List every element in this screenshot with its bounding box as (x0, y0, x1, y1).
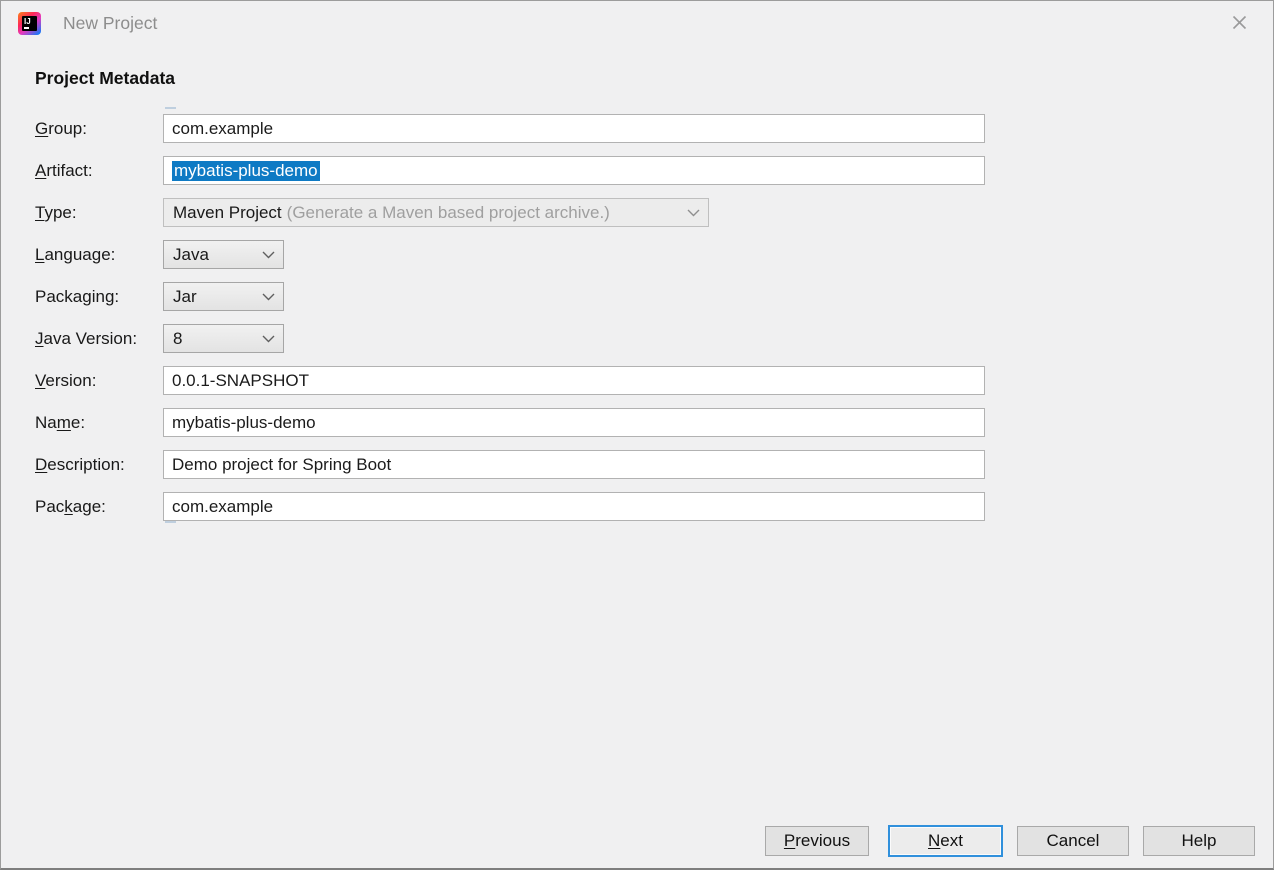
name-input[interactable]: mybatis-plus-demo (163, 408, 985, 437)
chevron-down-icon (687, 209, 700, 217)
form-row-name: Name: mybatis-plus-demo (35, 408, 995, 437)
package-input[interactable]: com.example (163, 492, 985, 521)
chevron-down-icon (262, 251, 275, 259)
form-row-artifact: Artifact: mybatis-plus-demo (35, 156, 995, 185)
title-bar: IJ New Project (1, 1, 1273, 45)
type-label: Type: (35, 203, 163, 223)
packaging-label: Packaging: (35, 287, 163, 307)
language-select[interactable]: Java (163, 240, 284, 269)
project-metadata-form: Group: com.example Artifact: mybatis-plu… (35, 114, 995, 534)
selected-text: mybatis-plus-demo (172, 161, 320, 181)
intellij-monogram: IJ (24, 17, 31, 26)
page-title: Project Metadata (35, 68, 175, 89)
packaging-select[interactable]: Jar (163, 282, 284, 311)
form-row-group: Group: com.example (35, 114, 995, 143)
group-label: Group: (35, 119, 163, 139)
intellij-logo-dash (24, 27, 29, 29)
chevron-down-icon (262, 335, 275, 343)
description-label: Description: (35, 455, 163, 475)
description-input[interactable]: Demo project for Spring Boot (163, 450, 985, 479)
new-project-dialog: IJ New Project Project Metadata Group: c… (0, 0, 1274, 870)
form-row-version: Version: 0.0.1-SNAPSHOT (35, 366, 995, 395)
group-input[interactable]: com.example (163, 114, 985, 143)
version-label: Version: (35, 371, 163, 391)
intellij-logo-inner: IJ (22, 16, 37, 31)
java-version-label: Java Version: (35, 329, 163, 349)
name-label: Name: (35, 413, 163, 433)
form-row-packaging: Packaging: Jar (35, 282, 995, 311)
window-title: New Project (63, 13, 157, 34)
form-row-description: Description: Demo project for Spring Boo… (35, 450, 995, 479)
form-row-package: Package: com.example (35, 492, 995, 521)
tick-mark (165, 107, 176, 109)
type-select[interactable]: Maven Project (Generate a Maven based pr… (163, 198, 709, 227)
artifact-input[interactable]: mybatis-plus-demo (163, 156, 985, 185)
artifact-label: Artifact: (35, 161, 163, 181)
form-row-java-version: Java Version: 8 (35, 324, 995, 353)
next-button[interactable]: Next (888, 825, 1003, 857)
version-input[interactable]: 0.0.1-SNAPSHOT (163, 366, 985, 395)
close-icon[interactable] (1229, 12, 1249, 32)
type-select-hint: (Generate a Maven based project archive.… (287, 203, 610, 223)
language-label: Language: (35, 245, 163, 265)
package-label: Package: (35, 497, 163, 517)
cancel-button[interactable]: Cancel (1017, 826, 1129, 856)
java-version-select[interactable]: 8 (163, 324, 284, 353)
form-row-type: Type: Maven Project (Generate a Maven ba… (35, 198, 995, 227)
chevron-down-icon (262, 293, 275, 301)
intellij-logo-icon: IJ (18, 12, 41, 35)
previous-button[interactable]: Previous (765, 826, 869, 856)
help-button[interactable]: Help (1143, 826, 1255, 856)
form-row-language: Language: Java (35, 240, 995, 269)
